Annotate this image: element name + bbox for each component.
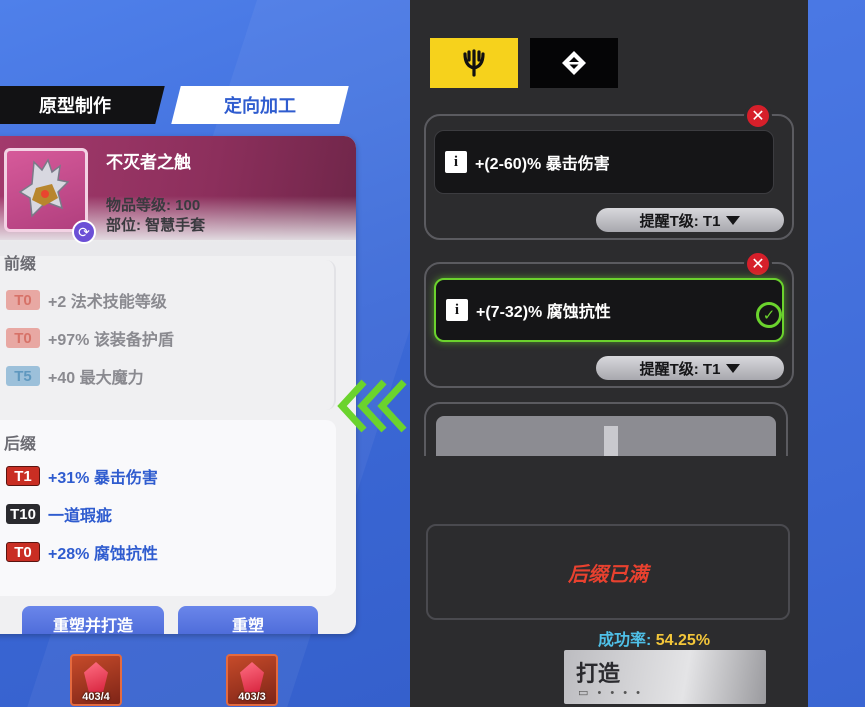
checkmark-icon: ✓ xyxy=(756,302,782,328)
affix-text: +2 法术技能等级 xyxy=(48,294,167,311)
reroll-icon[interactable]: ⟳ xyxy=(72,220,96,244)
item-slot: 部位: 智慧手套 xyxy=(106,217,206,234)
caret-down-icon xyxy=(726,215,741,225)
material-count: 403/3 xyxy=(238,691,266,703)
gauntlet-icon xyxy=(18,158,70,218)
empty-affix-slot[interactable] xyxy=(424,402,788,456)
suffix-affix-3[interactable]: T0 +28% 腐蚀抗性 xyxy=(6,540,158,564)
affix-type-button-2[interactable] xyxy=(530,38,618,88)
tier-alert-label: 提醒T级: T1 xyxy=(639,212,721,230)
affix-text: +(2-60)% 暴击伤害 xyxy=(475,156,610,173)
caret-down-icon xyxy=(726,363,741,373)
suffix-label: 后缀 xyxy=(4,436,37,453)
diamond-icon xyxy=(562,51,586,75)
affix-text: 一道瑕疵 xyxy=(48,508,113,525)
tier-alert-label: 提醒T级: T1 xyxy=(639,360,721,378)
affix-text: +31% 暴击伤害 xyxy=(48,470,158,487)
tab-prototype-label: 原型制作 xyxy=(39,96,111,116)
key-hint-icon: ▭ • • • • xyxy=(578,687,644,699)
tier-badge: T0 xyxy=(6,290,40,310)
item-name: 不灭者之触 xyxy=(106,153,191,172)
affix-display: i +(2-60)% 暴击伤害 xyxy=(434,130,774,194)
suffix-full-notice: 后缀已满 xyxy=(426,524,790,620)
tier-alert-select[interactable]: 提醒T级: T1 xyxy=(596,208,784,232)
tier-alert-select[interactable]: 提醒T级: T1 xyxy=(596,356,784,380)
affix-type-button-1[interactable] xyxy=(430,38,518,88)
suffix-affix-1[interactable]: T1 +31% 暴击伤害 xyxy=(6,464,158,488)
target-affix-slot-2[interactable]: ✕ i +(7-32)% 腐蚀抗性 ✓ 提醒T级: T1 xyxy=(424,250,794,388)
affix-text: +28% 腐蚀抗性 xyxy=(48,546,158,563)
plus-icon xyxy=(604,426,618,456)
prefix-affix-3[interactable]: T5 +40 最大魔力 xyxy=(6,364,144,388)
material-slot-1[interactable]: 403/4 xyxy=(70,654,122,706)
close-icon[interactable]: ✕ xyxy=(744,250,772,278)
affix-text: +40 最大魔力 xyxy=(48,370,144,387)
affix-text: +97% 该装备护盾 xyxy=(48,332,174,349)
material-slot-2[interactable]: 403/3 xyxy=(226,654,278,706)
prefix-affix-2[interactable]: T0 +97% 该装备护盾 xyxy=(6,326,174,350)
trident-icon xyxy=(463,49,485,77)
crystal-icon xyxy=(240,662,264,692)
item-thumbnail[interactable] xyxy=(4,148,88,232)
material-count: 403/4 xyxy=(82,691,110,703)
background-right xyxy=(808,0,865,707)
affix-display: i +(7-32)% 腐蚀抗性 xyxy=(434,278,784,342)
crystal-icon xyxy=(84,662,108,692)
tier-badge: T0 xyxy=(6,328,40,348)
forge-button[interactable]: 打造 ▭ • • • • xyxy=(564,650,766,704)
chevron-left-icon xyxy=(337,379,407,433)
tier-badge: T0 xyxy=(6,542,40,562)
tier-badge: T5 xyxy=(6,366,40,386)
tab-directional[interactable]: 定向加工 xyxy=(171,86,349,124)
info-icon[interactable]: i xyxy=(446,299,468,321)
tier-badge: T1 xyxy=(6,466,40,486)
item-level: 物品等级: 100 xyxy=(106,197,201,214)
prefix-affix-1[interactable]: T0 +2 法术技能等级 xyxy=(6,288,167,312)
target-affix-slot-1[interactable]: ✕ i +(2-60)% 暴击伤害 提醒T级: T1 xyxy=(424,102,794,240)
tab-prototype[interactable]: 原型制作 xyxy=(0,86,165,124)
success-rate-label: 成功率: xyxy=(598,632,656,649)
reshape-and-forge-button[interactable]: 重塑并打造 xyxy=(22,606,164,634)
info-icon[interactable]: i xyxy=(445,151,467,173)
success-rate: 成功率: 54.25% xyxy=(598,626,710,650)
reshape-button[interactable]: 重塑 xyxy=(178,606,318,634)
close-icon[interactable]: ✕ xyxy=(744,102,772,130)
affix-text: +(7-32)% 腐蚀抗性 xyxy=(476,304,611,321)
item-card: ⟳ 不灭者之触 物品等级: 100 部位: 智慧手套 前缀 T0 +2 法术技能… xyxy=(0,136,356,634)
tier-badge: T10 xyxy=(6,504,40,524)
suffix-affix-2[interactable]: T10 一道瑕疵 xyxy=(6,502,112,526)
forge-button-label: 打造 xyxy=(576,661,621,686)
tab-directional-label: 定向加工 xyxy=(224,96,296,116)
success-rate-value: 54.25% xyxy=(655,632,711,649)
